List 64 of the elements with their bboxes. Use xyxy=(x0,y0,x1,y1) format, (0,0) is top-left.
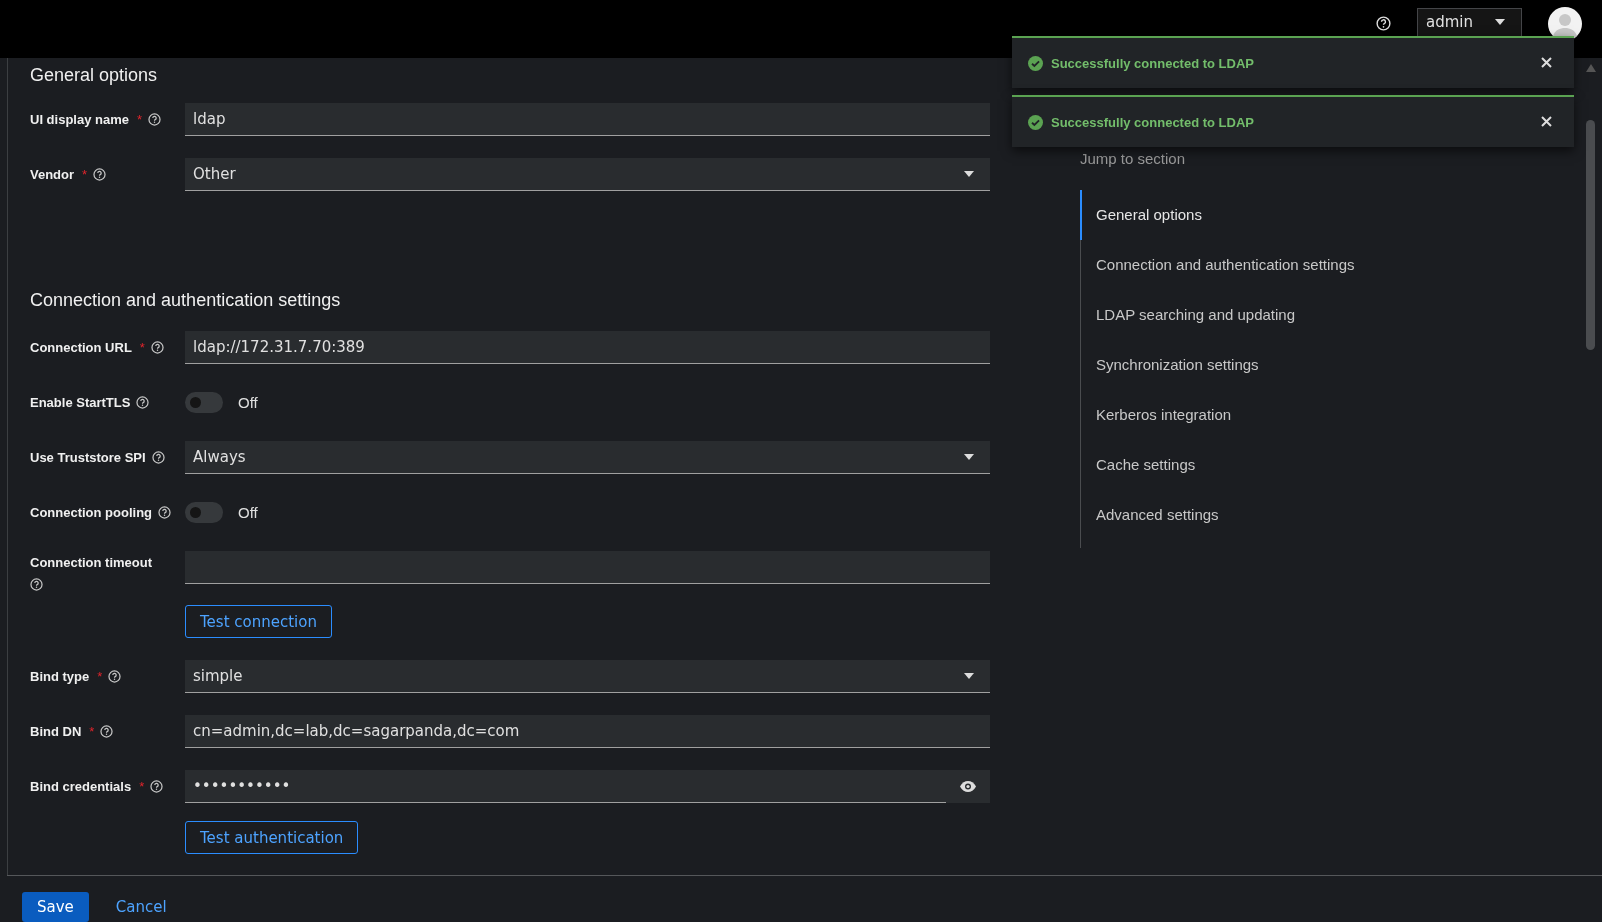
switch-state: Off xyxy=(238,394,258,412)
help-icon[interactable] xyxy=(150,779,164,793)
switch-state: Off xyxy=(238,504,258,522)
check-circle-icon xyxy=(1028,55,1043,71)
text-field[interactable] xyxy=(185,550,990,584)
select-field[interactable]: Other xyxy=(185,157,990,191)
jump-link[interactable]: Advanced settings xyxy=(1080,490,1520,540)
save-button[interactable]: Save xyxy=(22,892,89,922)
help-icon[interactable] xyxy=(93,167,107,181)
jump-link[interactable]: General options xyxy=(1080,190,1520,240)
help-icon[interactable] xyxy=(1376,15,1391,31)
select-field[interactable]: Always xyxy=(185,441,990,475)
jump-link[interactable]: Connection and authentication settings xyxy=(1080,240,1520,290)
text-field[interactable]: ldap xyxy=(185,102,990,136)
field-label: Bind DN xyxy=(30,723,82,739)
jump-link[interactable]: Synchronization settings xyxy=(1080,340,1520,390)
help-icon[interactable] xyxy=(158,506,172,520)
jump-title: Jump to section xyxy=(1080,150,1187,169)
caret-icon xyxy=(1495,19,1505,25)
field-label: Connection pooling xyxy=(30,505,153,521)
required-mark: * xyxy=(137,111,143,127)
show-password-button[interactable] xyxy=(946,769,990,803)
help-icon[interactable] xyxy=(151,451,165,465)
text-field[interactable]: ldap://172.31.7.70:389 xyxy=(185,331,990,365)
field-label: UI display name xyxy=(30,111,129,127)
required-mark: * xyxy=(89,723,95,739)
required-mark: * xyxy=(139,778,145,794)
check-circle-icon xyxy=(1028,114,1043,130)
caret-icon xyxy=(964,454,974,461)
field-label: Use Truststore SPI xyxy=(30,450,146,466)
cancel-button[interactable]: Cancel xyxy=(100,892,182,922)
help-icon[interactable] xyxy=(150,341,164,355)
user-dropdown[interactable]: admin xyxy=(1417,7,1522,37)
test-button[interactable]: Test connection xyxy=(185,605,332,638)
required-mark: * xyxy=(139,340,145,356)
help-icon[interactable] xyxy=(108,669,122,683)
field-label: Connection timeout xyxy=(30,554,153,570)
test-button[interactable]: Test authentication xyxy=(185,821,359,854)
caret-icon xyxy=(964,170,974,177)
field-label: Bind type xyxy=(30,668,90,684)
required-mark: * xyxy=(97,668,103,684)
password-field[interactable]: ••••••••••• xyxy=(185,769,946,803)
help-icon[interactable] xyxy=(148,112,162,126)
section-heading: Connection and authentication settings xyxy=(30,288,342,312)
eye-icon xyxy=(960,780,976,792)
help-icon[interactable] xyxy=(30,577,43,591)
jump-link[interactable]: LDAP searching and updating xyxy=(1080,290,1520,340)
caret-icon xyxy=(964,672,974,679)
field-label: Connection URL xyxy=(30,340,132,356)
required-mark: * xyxy=(82,166,88,182)
help-icon[interactable] xyxy=(100,724,114,738)
text-field[interactable]: cn=admin,dc=lab,dc=sagarpanda,dc=com xyxy=(185,714,990,748)
toast-message: Successfully connected to LDAP xyxy=(1051,55,1255,71)
toggle-switch[interactable] xyxy=(185,502,223,524)
field-label: Bind credentials xyxy=(30,778,132,794)
jump-link[interactable]: Cache settings xyxy=(1080,440,1520,490)
section-heading: General options xyxy=(30,64,159,87)
select-field[interactable]: simple xyxy=(185,659,990,693)
jump-link[interactable]: Kerberos integration xyxy=(1080,390,1520,440)
toggle-switch[interactable] xyxy=(185,392,223,414)
toast-message: Successfully connected to LDAP xyxy=(1051,114,1255,130)
field-label: Vendor xyxy=(30,166,75,182)
help-icon[interactable] xyxy=(136,396,150,410)
field-label: Enable StartTLS xyxy=(30,395,131,411)
